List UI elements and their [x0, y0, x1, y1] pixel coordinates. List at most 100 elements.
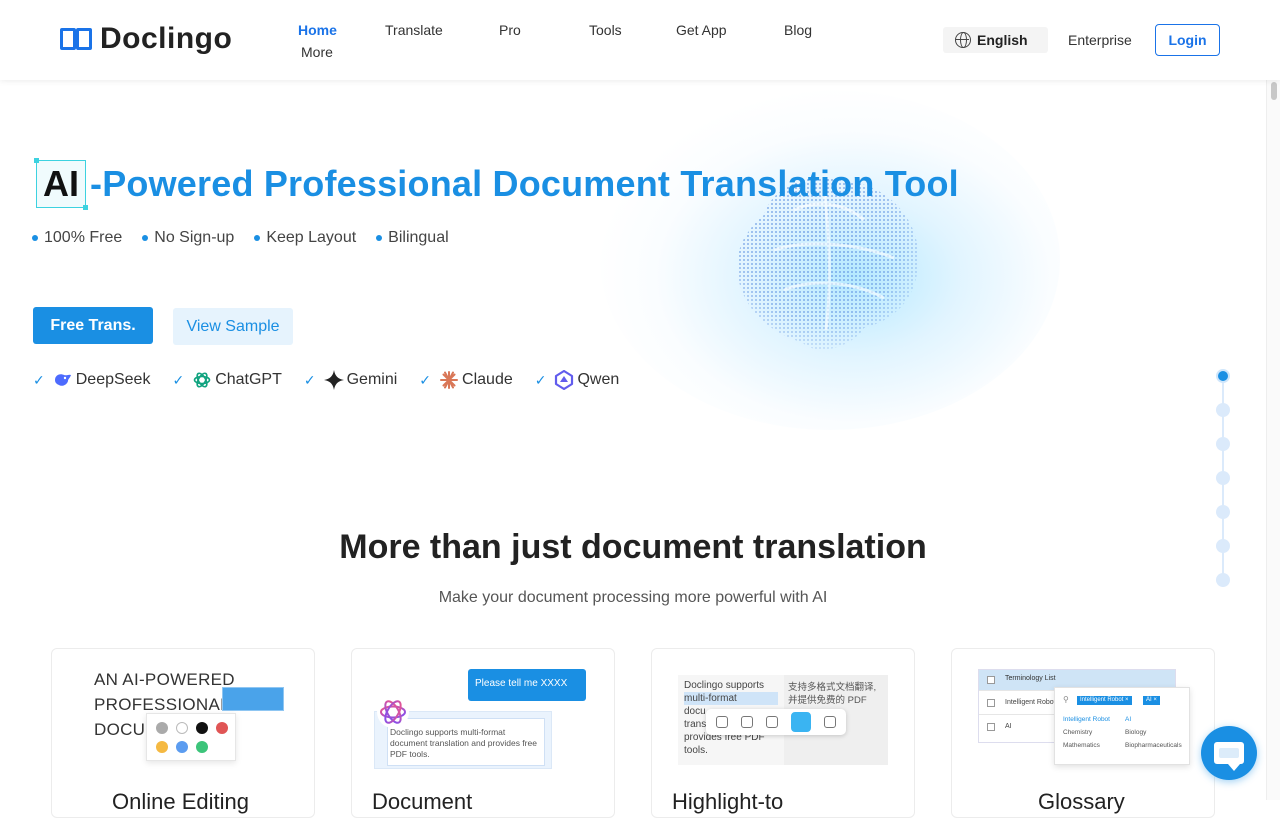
- nav-get-app[interactable]: Get App: [676, 22, 727, 38]
- card-title: Glossary: [1038, 789, 1125, 814]
- bullet-dot: [142, 235, 149, 241]
- top-navbar: Doclingo Home Translate Pro Tools Get Ap…: [0, 0, 1280, 80]
- option: Biology: [1125, 729, 1147, 736]
- search-icon: ⚲: [1063, 695, 1069, 704]
- deepseek-icon: [53, 370, 73, 390]
- support-chat-button[interactable]: [1201, 726, 1257, 780]
- nav-pro[interactable]: Pro: [499, 22, 521, 38]
- card-title: Highlight-to: [672, 789, 784, 814]
- model-qwen: ✓ Qwen: [534, 370, 620, 390]
- swatch-orange: [156, 741, 168, 753]
- checkbox: [987, 699, 995, 707]
- model-label: Qwen: [577, 371, 620, 388]
- nav-home[interactable]: Home: [298, 22, 337, 38]
- swatch-gray: [156, 722, 168, 734]
- step-dot-4[interactable]: [1216, 471, 1230, 485]
- option: Chemistry: [1063, 729, 1093, 736]
- feature-card-glossary[interactable]: Terminology List Intelligent Robot AI ⚲ …: [951, 648, 1215, 818]
- language-selector[interactable]: English: [943, 27, 1048, 53]
- check-icon: ✓: [172, 371, 185, 388]
- model-claude: ✓ Claude: [419, 370, 513, 390]
- ai-models-list: ✓ DeepSeek ✓ ChatGPT ✓ Gemini ✓ Claude ✓…: [33, 370, 641, 390]
- bullet-dot: [254, 235, 261, 241]
- row-label: AI: [1005, 723, 1012, 730]
- tag-chip: AI ×: [1143, 696, 1160, 705]
- enterprise-link[interactable]: Enterprise: [1068, 32, 1132, 48]
- card-title: Online Editing: [112, 789, 249, 814]
- ai-translate-icon: [790, 712, 811, 732]
- free-translate-button[interactable]: Free Trans.: [33, 307, 153, 344]
- swatch-green: [196, 741, 208, 753]
- bullet-dot: [32, 235, 38, 241]
- chat-prompt-bubble: Please tell me XXXX: [468, 669, 586, 701]
- step-dot-3[interactable]: [1216, 437, 1230, 451]
- language-label: English: [977, 32, 1028, 48]
- claude-icon: [439, 370, 459, 390]
- check-icon: ✓: [534, 371, 547, 388]
- check-icon: ✓: [33, 371, 45, 388]
- source-line: tools.: [684, 745, 708, 756]
- model-label: ChatGPT: [215, 371, 282, 388]
- login-button[interactable]: Login: [1155, 24, 1220, 56]
- model-chatgpt: ✓ ChatGPT: [172, 370, 281, 390]
- logo-mark-icon: [60, 26, 94, 52]
- hero-title: AI -Powered Professional Document Transl…: [34, 158, 959, 210]
- model-label: Claude: [462, 371, 513, 388]
- logo-text: Doclingo: [100, 22, 233, 55]
- step-dot-2[interactable]: [1216, 403, 1230, 417]
- nav-tools[interactable]: Tools: [589, 22, 622, 38]
- page-scrollbar[interactable]: [1266, 80, 1280, 800]
- feature-label: Keep Layout: [266, 229, 357, 246]
- nav-translate[interactable]: Translate: [385, 22, 443, 38]
- comment-icon: [716, 716, 729, 728]
- table-header-label: Terminology List: [1005, 675, 1056, 682]
- feature-card-online-editing[interactable]: AN AI-POWERED PROFESSIONAL DOCUM Online …: [51, 648, 315, 818]
- section-title: More than just document translation: [339, 528, 927, 566]
- swatch-black: [196, 722, 208, 734]
- section-subtitle: Make your document processing more power…: [438, 589, 828, 606]
- row-label: Intelligent Robot: [1005, 699, 1056, 706]
- feature-item: Keep Layout: [254, 229, 356, 247]
- feature-card-highlight[interactable]: Doclingo supports multi-format docu tran…: [651, 648, 915, 818]
- highlighted-line: multi-format: [684, 692, 778, 705]
- card-title: Document: [372, 789, 473, 814]
- translated-line: 支持多格式文档翻译,: [788, 682, 877, 693]
- model-gemini: ✓ Gemini: [304, 370, 397, 390]
- ai-highlight-box: AI: [34, 158, 88, 210]
- globe-icon: [955, 32, 971, 48]
- chatgpt-icon: [192, 370, 212, 390]
- feature-label: Bilingual: [388, 229, 449, 246]
- model-label: Gemini: [346, 371, 398, 388]
- check-icon: ✓: [303, 371, 316, 388]
- copy-icon: [823, 716, 836, 728]
- feature-label: 100% Free: [44, 229, 123, 246]
- checkbox: [987, 723, 995, 731]
- tag-chip: Intelligent Robot ×: [1077, 696, 1132, 705]
- step-dot-5[interactable]: [1216, 505, 1230, 519]
- step-dot-7[interactable]: [1216, 573, 1230, 587]
- source-line: Doclingo supports: [684, 680, 765, 691]
- nav-more[interactable]: More: [301, 44, 333, 60]
- highlight-toolbar: [706, 709, 846, 735]
- nav-blog[interactable]: Blog: [784, 22, 812, 38]
- option: AI: [1125, 716, 1132, 723]
- swatch-red: [216, 722, 228, 734]
- view-sample-button[interactable]: View Sample: [173, 308, 293, 345]
- check-icon: ✓: [419, 371, 432, 388]
- preview-line: AN AI-POWERED: [94, 670, 235, 689]
- glossary-dropdown: ⚲ Intelligent Robot × AI × Intelligent R…: [1054, 687, 1190, 765]
- swatch-white: [176, 722, 188, 734]
- step-dot-1[interactable]: [1216, 369, 1230, 383]
- chat-icon: [1214, 742, 1244, 771]
- option: Biopharmaceuticals: [1125, 742, 1182, 749]
- pin-icon: [765, 716, 778, 728]
- feature-card-document[interactable]: Please tell me XXXX Doclingo supports mu…: [351, 648, 615, 818]
- translated-line: 并提供免费的 PDF: [788, 695, 867, 706]
- feature-label: No Sign-up: [154, 229, 235, 246]
- scrollbar-thumb[interactable]: [1271, 82, 1277, 100]
- model-deepseek: ✓ DeepSeek: [33, 370, 150, 390]
- openai-logo-icon: [377, 696, 409, 728]
- bullet-dot: [376, 235, 383, 241]
- doclingo-logo[interactable]: Doclingo: [60, 22, 232, 56]
- hero-title-text: -Powered Professional Document Translati…: [90, 163, 959, 204]
